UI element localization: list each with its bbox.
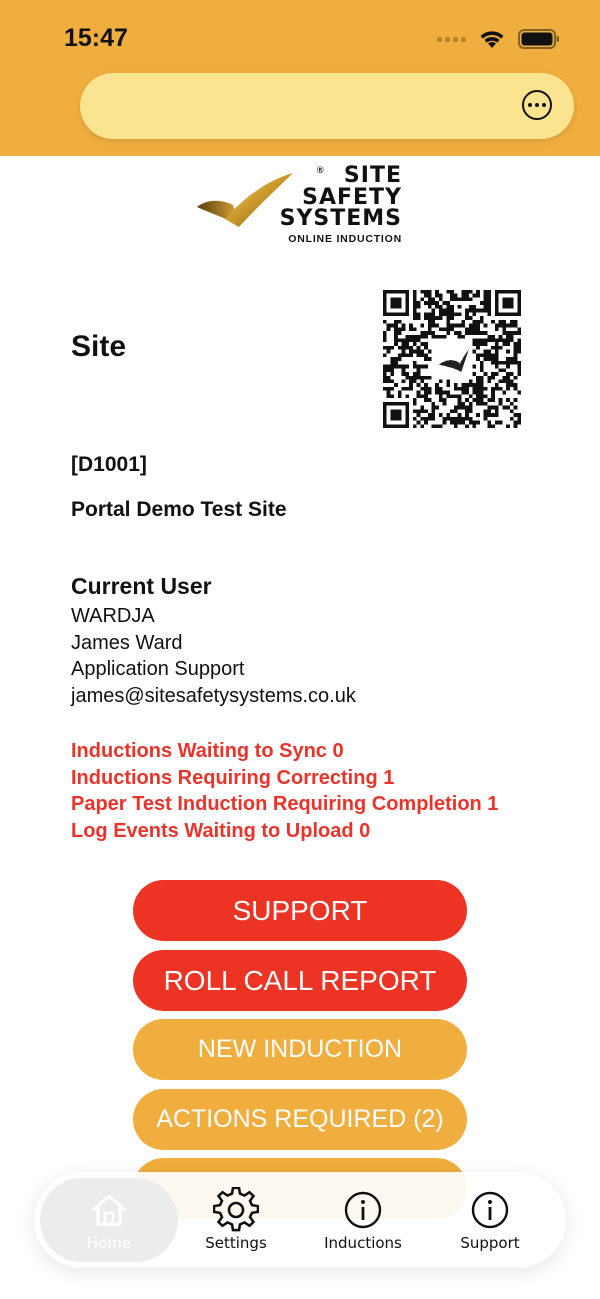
info-icon [343, 1188, 383, 1232]
info-icon [470, 1188, 510, 1232]
house-icon [89, 1188, 129, 1232]
tab-support[interactable]: Support [425, 1172, 555, 1268]
status-log-events-waiting-upload: Log Events Waiting to Upload 0 [71, 819, 371, 842]
actions-required-button[interactable]: ACTIONS REQUIRED (2) [133, 1089, 467, 1150]
browser-url-bar[interactable] [80, 73, 574, 139]
logo-tagline: ONLINE INDUCTION [288, 233, 402, 245]
cellular-signal-icon [437, 36, 466, 42]
gear-icon [213, 1187, 259, 1232]
status-paper-test-requiring-completion: Paper Test Induction Requiring Completio… [71, 793, 499, 815]
new-induction-button[interactable]: NEW INDUCTION [133, 1019, 467, 1080]
site-label: Site [71, 330, 127, 363]
sync-status-list: Inductions Waiting to Sync 0 Inductions … [71, 738, 498, 844]
logo-line-3: SYSTEMS [279, 206, 402, 231]
tab-settings[interactable]: Settings [171, 1172, 301, 1268]
tab-inductions[interactable]: Inductions [298, 1172, 428, 1268]
more-options-icon[interactable] [522, 90, 552, 120]
site-safety-systems-logo: ® SITE SAFETY SYSTEMS ONLINE INDUCTION [195, 163, 410, 248]
bottom-tab-bar: Home Settings Inductions Support [34, 1172, 566, 1268]
user-email: james@sitesafetysystems.co.uk [71, 684, 356, 707]
current-user-heading: Current User [71, 573, 212, 599]
site-code: [D1001] [71, 453, 147, 476]
status-inductions-waiting-sync: Inductions Waiting to Sync 0 [71, 740, 344, 762]
tab-settings-label: Settings [205, 1234, 267, 1252]
status-inductions-requiring-correcting: Inductions Requiring Correcting 1 [71, 766, 395, 789]
tab-home-label: Home [86, 1234, 132, 1252]
tab-support-label: Support [460, 1234, 520, 1252]
wifi-icon [478, 28, 506, 50]
status-icons [437, 28, 560, 50]
site-name: Portal Demo Test Site [71, 498, 287, 521]
tab-home[interactable]: Home [40, 1178, 178, 1262]
user-role: Application Support [71, 658, 245, 680]
site-qr-code [383, 290, 521, 428]
status-time: 15:47 [64, 24, 128, 52]
user-username: WARDJA [71, 605, 155, 627]
registered-mark: ® [317, 165, 324, 175]
support-button[interactable]: SUPPORT [133, 880, 467, 941]
user-full-name: James Ward [71, 631, 183, 654]
tab-inductions-label: Inductions [324, 1234, 402, 1252]
app-header: 15:47 [0, 0, 600, 156]
roll-call-report-button[interactable]: ROLL CALL REPORT [133, 950, 467, 1011]
battery-icon [518, 29, 560, 49]
current-user-details: WARDJA James Ward Application Support ja… [71, 603, 356, 709]
